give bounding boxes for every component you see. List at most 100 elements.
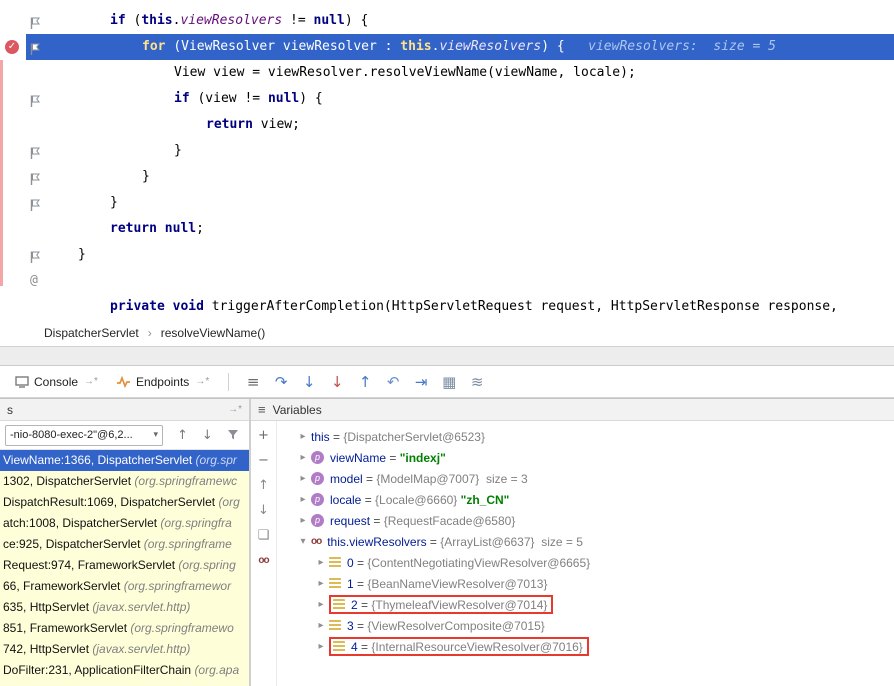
editor-gutter[interactable] bbox=[0, 8, 56, 34]
code-line[interactable]: } bbox=[0, 138, 894, 164]
stack-frame[interactable]: 851, FrameworkServlet (org.springframewo bbox=[0, 618, 249, 639]
tab-console[interactable]: Console →* bbox=[6, 366, 107, 397]
variable-row[interactable]: ▸plocale = {Locale@6660} "zh_CN" bbox=[277, 489, 894, 510]
code-line[interactable]: } bbox=[0, 190, 894, 216]
breadcrumb-item-class[interactable]: DispatcherServlet bbox=[44, 326, 139, 340]
previous-frame-icon[interactable]: ↑ bbox=[177, 428, 188, 443]
stack-frame[interactable]: ce:925, DispatcherServlet (org.springfra… bbox=[0, 534, 249, 555]
show-watches-icon[interactable]: oo bbox=[258, 553, 268, 569]
code-text: return null; bbox=[56, 216, 204, 242]
menu-icon[interactable]: ≡ bbox=[258, 402, 266, 417]
stack-frame[interactable]: DoFilter:231, ApplicationFilterChain (or… bbox=[0, 660, 249, 681]
code-editor[interactable]: if (this.viewResolvers != null) { ✓ for (V… bbox=[0, 0, 894, 320]
editor-gutter[interactable]: @ bbox=[0, 268, 56, 294]
expander-icon[interactable]: ▸ bbox=[313, 557, 329, 568]
breadcrumb-item-method[interactable]: resolveViewName() bbox=[161, 326, 265, 340]
code-text: } bbox=[56, 190, 118, 216]
code-line[interactable]: if (this.viewResolvers != null) { bbox=[0, 8, 894, 34]
editor-gutter[interactable] bbox=[0, 242, 56, 268]
code-line[interactable]: } bbox=[0, 242, 894, 268]
menu-icon[interactable]: ≡ bbox=[239, 373, 267, 391]
code-line[interactable]: } bbox=[0, 164, 894, 190]
expander-icon[interactable]: ▸ bbox=[313, 578, 329, 589]
stack-frame[interactable]: 742, HttpServlet (javax.servlet.http) bbox=[0, 639, 249, 660]
stack-frame[interactable]: DispatchResult:1069, DispatcherServlet (… bbox=[0, 492, 249, 513]
variable-row[interactable]: ▾oothis.viewResolvers = {ArrayList@6637}… bbox=[277, 531, 894, 552]
code-line[interactable]: if (view != null) { bbox=[0, 86, 894, 112]
grid-icon[interactable]: ▦ bbox=[435, 373, 463, 391]
editor-gutter[interactable] bbox=[0, 164, 56, 190]
variable-row[interactable]: ▸this = {DispatcherServlet@6523} bbox=[277, 426, 894, 447]
variable-row[interactable]: ▸4 = {InternalResourceViewResolver@7016} bbox=[277, 636, 894, 657]
stack-frame[interactable]: ViewName:1366, DispatcherServlet (org.sp… bbox=[0, 450, 249, 471]
code-line[interactable]: return view; bbox=[0, 112, 894, 138]
editor-gutter[interactable] bbox=[0, 294, 56, 320]
move-down-icon[interactable]: ↓ bbox=[258, 503, 269, 519]
breakpoint-icon[interactable]: ✓ bbox=[5, 40, 19, 54]
move-up-icon[interactable]: ↑ bbox=[258, 478, 269, 494]
expander-icon[interactable]: ▸ bbox=[295, 452, 311, 463]
code-text: if (view != null) { bbox=[56, 86, 323, 112]
expander-icon[interactable]: ▸ bbox=[295, 494, 311, 505]
step-into-icon[interactable]: ↓ bbox=[295, 373, 323, 391]
expander-icon[interactable]: ▸ bbox=[313, 641, 329, 652]
stack-frame[interactable]: Request:974, FrameworkServlet (org.sprin… bbox=[0, 555, 249, 576]
filter-frames-icon[interactable] bbox=[227, 429, 239, 441]
thread-selector[interactable]: -nio-8080-exec-2"@6,2... ▾ bbox=[5, 425, 163, 446]
force-step-into-icon[interactable]: ↓ bbox=[323, 373, 351, 391]
variable-content: oothis.viewResolvers = {ArrayList@6637} … bbox=[311, 535, 583, 549]
next-frame-icon[interactable]: ↓ bbox=[202, 428, 213, 443]
expander-icon[interactable]: ▸ bbox=[295, 473, 311, 484]
stack-frame[interactable]: 1302, DispatcherServlet (org.springframe… bbox=[0, 471, 249, 492]
chevron-down-icon: ▾ bbox=[153, 430, 158, 440]
variable-row[interactable]: ▸3 = {ViewResolverComposite@7015} bbox=[277, 615, 894, 636]
editor-gutter[interactable]: ✓ bbox=[0, 34, 56, 60]
editor-gutter[interactable] bbox=[0, 216, 56, 242]
variable-row[interactable]: ▸pmodel = {ModelMap@7007} size = 3 bbox=[277, 468, 894, 489]
variable-content: plocale = {Locale@6660} "zh_CN" bbox=[311, 493, 509, 507]
tab-endpoints[interactable]: Endpoints →* bbox=[107, 366, 218, 397]
bookmark-flag-icon bbox=[29, 248, 41, 262]
expander-icon[interactable]: ▸ bbox=[295, 431, 311, 442]
variable-row[interactable]: ▸0 = {ContentNegotiatingViewResolver@666… bbox=[277, 552, 894, 573]
code-line[interactable]: private void triggerAfterCompletion(Http… bbox=[0, 294, 894, 320]
layout-settings-icon[interactable]: ≋ bbox=[463, 373, 491, 391]
remove-watch-icon[interactable]: − bbox=[258, 453, 269, 469]
frames-header-suffix: →* bbox=[228, 404, 242, 415]
stack-frame[interactable]: 635, HttpServlet (javax.servlet.http) bbox=[0, 597, 249, 618]
ide-debug-window: if (this.viewResolvers != null) { ✓ for (V… bbox=[0, 0, 894, 686]
variable-row[interactable]: ▸1 = {BeanNameViewResolver@7013} bbox=[277, 573, 894, 594]
add-watch-icon[interactable]: + bbox=[258, 428, 269, 444]
editor-gutter[interactable] bbox=[0, 190, 56, 216]
array-element-icon bbox=[329, 557, 341, 568]
editor-gutter[interactable] bbox=[0, 86, 56, 112]
duplicate-icon[interactable]: ❏ bbox=[258, 528, 270, 544]
expander-icon[interactable]: ▸ bbox=[313, 620, 329, 631]
editor-gutter[interactable] bbox=[0, 138, 56, 164]
expander-icon[interactable]: ▾ bbox=[295, 536, 311, 547]
code-line[interactable]: return null; bbox=[0, 216, 894, 242]
code-line[interactable]: View view = viewResolver.resolveViewName… bbox=[0, 60, 894, 86]
variable-row[interactable]: ▸2 = {ThymeleafViewResolver@7014} bbox=[277, 594, 894, 615]
code-text: for (ViewResolver viewResolver : this.vi… bbox=[56, 34, 776, 60]
expander-icon[interactable]: ▸ bbox=[313, 599, 329, 610]
variable-row[interactable]: ▸prequest = {RequestFacade@6580} bbox=[277, 510, 894, 531]
code-line[interactable]: @ bbox=[0, 268, 894, 294]
tab-console-suffix: →* bbox=[84, 376, 98, 387]
bookmark-flag-icon bbox=[29, 92, 41, 106]
code-lines: if (this.viewResolvers != null) { ✓ for (V… bbox=[0, 8, 894, 320]
step-out-icon[interactable]: ↑ bbox=[351, 373, 379, 391]
step-over-icon[interactable]: ↷ bbox=[267, 373, 295, 391]
run-to-cursor-icon[interactable]: ⇥ bbox=[407, 373, 435, 391]
stack-frame[interactable]: atch:1008, DispatcherServlet (org.spring… bbox=[0, 513, 249, 534]
stack-frame[interactable]: 66, FrameworkServlet (org.springframewor bbox=[0, 576, 249, 597]
drop-frame-icon[interactable]: ↶ bbox=[379, 373, 407, 391]
editor-gutter[interactable] bbox=[0, 60, 56, 86]
variable-content: pmodel = {ModelMap@7007} size = 3 bbox=[311, 472, 528, 486]
expander-icon[interactable]: ▸ bbox=[295, 515, 311, 526]
parameter-icon: p bbox=[311, 514, 324, 527]
execution-line[interactable]: ✓ for (ViewResolver viewResolver : this.v… bbox=[0, 34, 894, 60]
editor-gutter[interactable] bbox=[0, 112, 56, 138]
variable-row[interactable]: ▸pviewName = "indexj" bbox=[277, 447, 894, 468]
bookmark-flag-icon bbox=[29, 196, 41, 210]
